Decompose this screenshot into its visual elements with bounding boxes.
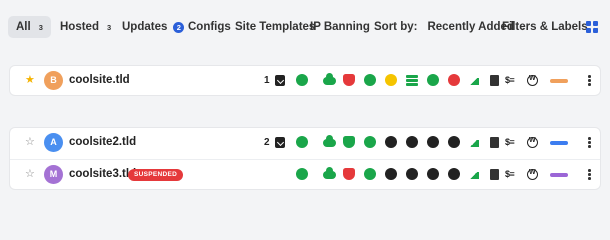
- tab-hosted[interactable]: Hosted 3: [52, 16, 119, 38]
- site-name[interactable]: coolsite3.tld: [69, 168, 136, 180]
- update-count: 2: [264, 137, 270, 148]
- avatar: A: [44, 133, 63, 152]
- download-icon[interactable]: [275, 75, 285, 86]
- site-row[interactable]: ★ B coolsite.tld 1 $≡: [10, 66, 600, 96]
- speed-chart-icon[interactable]: [467, 168, 479, 180]
- download-icon[interactable]: [275, 137, 285, 148]
- sort-value: Recently Added: [427, 21, 514, 33]
- money-icon[interactable]: $≡: [505, 137, 515, 147]
- globe-icon[interactable]: [448, 168, 460, 180]
- compass-icon[interactable]: [296, 136, 308, 148]
- tab-ip-banning[interactable]: IP Banning: [302, 16, 378, 38]
- filters-label: Filters & Labels: [502, 21, 588, 33]
- tab-count: 3: [38, 22, 43, 32]
- site-name[interactable]: coolsite.tld: [69, 74, 130, 86]
- plugin-icon[interactable]: [427, 136, 439, 148]
- wordpress-icon[interactable]: [527, 75, 538, 86]
- plugin-icon[interactable]: [427, 74, 439, 86]
- database-icon[interactable]: [385, 136, 397, 148]
- grid-view-icon[interactable]: [586, 21, 598, 33]
- plugin-icon[interactable]: [427, 168, 439, 180]
- database-icon[interactable]: [406, 74, 418, 86]
- tab-label: Hosted: [60, 21, 99, 33]
- tab-label: IP Banning: [310, 21, 370, 33]
- document-icon[interactable]: [490, 169, 499, 180]
- speed-chart-icon[interactable]: [467, 74, 479, 86]
- bolt-icon[interactable]: [364, 136, 376, 148]
- tab-label: Configs: [188, 21, 231, 33]
- toolbar: All 3 Hosted 3 Updates 2 Configs Site Te…: [0, 0, 610, 52]
- compass-icon[interactable]: [296, 168, 308, 180]
- site-row[interactable]: ☆ A coolsite2.tld 2 $≡: [10, 128, 600, 158]
- globe-icon[interactable]: [448, 136, 460, 148]
- shield-icon[interactable]: [343, 74, 355, 86]
- avatar: B: [44, 71, 63, 90]
- database-icon[interactable]: [406, 136, 418, 148]
- more-vertical-icon[interactable]: [587, 136, 591, 149]
- bolt-icon[interactable]: [364, 74, 376, 86]
- star-icon[interactable]: ☆: [25, 135, 35, 149]
- wordpress-icon[interactable]: [527, 137, 538, 148]
- label-tag[interactable]: [550, 141, 568, 145]
- shield-icon[interactable]: [343, 168, 355, 180]
- site-row[interactable]: ☆ M coolsite3.tld SUSPENDED $≡: [10, 159, 600, 189]
- cloud-icon[interactable]: [323, 73, 336, 85]
- site-card: ☆ A coolsite2.tld 2 $≡ ☆ M coolsite3.tld…: [10, 128, 600, 189]
- bolt-icon[interactable]: [364, 168, 376, 180]
- sort-label: Sort by:: [374, 21, 418, 33]
- wordpress-icon[interactable]: [527, 169, 538, 180]
- tab-label: Updates: [122, 21, 168, 33]
- label-tag[interactable]: [550, 79, 568, 83]
- site-card: ★ B coolsite.tld 1 $≡: [10, 66, 600, 95]
- compass-icon[interactable]: [296, 74, 308, 86]
- globe-icon[interactable]: [448, 74, 460, 86]
- star-icon[interactable]: ★: [25, 73, 35, 87]
- status-badge: SUSPENDED: [128, 169, 184, 181]
- tab-count: 3: [106, 22, 112, 32]
- tab-all[interactable]: All 3: [8, 16, 51, 38]
- update-count: 1: [264, 75, 270, 86]
- speed-chart-icon[interactable]: [467, 136, 479, 148]
- avatar: M: [44, 165, 63, 184]
- document-icon[interactable]: [490, 137, 499, 148]
- document-icon[interactable]: [490, 75, 499, 86]
- shield-icon[interactable]: [343, 136, 355, 148]
- more-vertical-icon[interactable]: [587, 168, 591, 181]
- label-tag[interactable]: [550, 173, 568, 177]
- tab-label: All: [16, 21, 31, 33]
- database-icon[interactable]: [385, 168, 397, 180]
- money-icon[interactable]: $≡: [505, 169, 515, 179]
- star-icon[interactable]: ☆: [25, 167, 35, 181]
- money-icon[interactable]: $≡: [505, 75, 515, 85]
- database-icon[interactable]: [406, 168, 418, 180]
- filters-dropdown[interactable]: Filters & Labels ⌄: [502, 16, 599, 38]
- more-vertical-icon[interactable]: [587, 74, 591, 87]
- cloud-icon[interactable]: [323, 167, 336, 179]
- database-icon[interactable]: [385, 74, 397, 86]
- cloud-icon[interactable]: [323, 135, 336, 147]
- site-name[interactable]: coolsite2.tld: [69, 136, 136, 148]
